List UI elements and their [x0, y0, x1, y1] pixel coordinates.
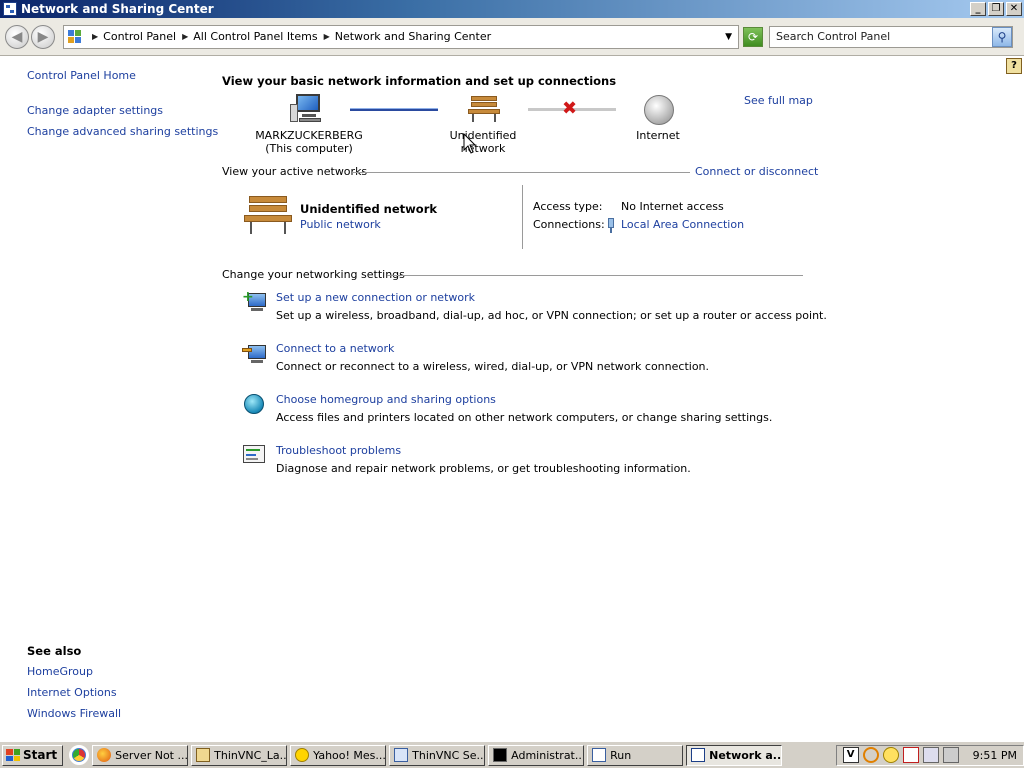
refresh-button[interactable]: ⟳ — [743, 26, 763, 47]
troubleshoot-link[interactable]: Troubleshoot problems — [276, 444, 401, 457]
new-connection-icon[interactable]: + — [242, 290, 266, 313]
access-type-label: Access type: — [533, 200, 603, 213]
network-app-icon — [3, 2, 17, 16]
taskbar-button-administrator[interactable]: Administrat... — [488, 744, 585, 766]
volume-icon[interactable] — [942, 747, 959, 763]
internet-options-link[interactable]: Internet Options — [27, 686, 117, 699]
networking-settings-label: Change your networking settings — [222, 268, 405, 281]
see-also-heading: See also — [27, 644, 82, 658]
control-panel-home-link[interactable]: Control Panel Home — [27, 69, 136, 82]
taskbar-button-yahoo[interactable]: Yahoo! Mes... — [290, 744, 387, 766]
taskbar: Start Server Not ... ThinVNC_La... Yahoo… — [0, 741, 1024, 768]
chrome-icon[interactable] — [69, 745, 90, 765]
troubleshoot-icon[interactable] — [242, 444, 266, 466]
clock[interactable]: 9:51 PM — [973, 749, 1017, 762]
breadcrumb-item[interactable]: ▶ Network and Sharing Center — [318, 30, 492, 43]
search-icon: ⚲ — [997, 29, 1007, 44]
network-type-link[interactable]: Public network — [300, 218, 381, 231]
ethernet-plug-icon — [606, 218, 616, 233]
run-icon — [592, 748, 607, 762]
vertical-divider — [522, 185, 523, 249]
map-internet-label[interactable]: Internet — [620, 129, 696, 142]
action-center-icon[interactable] — [902, 747, 919, 763]
chevron-right-icon[interactable]: ▶ — [92, 32, 98, 41]
search-input[interactable] — [770, 30, 990, 43]
windows-firewall-link[interactable]: Windows Firewall — [27, 707, 121, 720]
minimize-button[interactable]: _ — [970, 2, 986, 16]
network-tray-icon[interactable] — [922, 747, 939, 763]
mouse-cursor-icon — [463, 133, 477, 154]
forward-arrow-icon: ▶ — [37, 28, 49, 45]
taskbar-button-run[interactable]: Run — [587, 744, 684, 766]
internet-globe-icon — [644, 95, 674, 125]
connect-or-disconnect-link[interactable]: Connect or disconnect — [695, 165, 818, 178]
firefox-icon — [97, 748, 112, 762]
search-button[interactable]: ⚲ — [992, 26, 1012, 47]
forward-button[interactable]: ▶ — [31, 24, 55, 49]
homegroup-sharing-link[interactable]: Choose homegroup and sharing options — [276, 393, 496, 406]
homegroup-sharing-desc: Access files and printers located on oth… — [276, 411, 773, 424]
yahoo-smiley-icon — [295, 748, 310, 762]
active-networks-label: View your active networks — [222, 165, 368, 178]
section-divider — [352, 172, 690, 173]
setup-connection-link[interactable]: Set up a new connection or network — [276, 291, 475, 304]
window-titlebar[interactable]: Network and Sharing Center _ ❐ ✕ — [0, 0, 1024, 18]
vnc-tray-icon[interactable]: V — [842, 747, 859, 763]
windows-logo-icon — [6, 749, 20, 761]
back-button[interactable]: ◀ — [5, 24, 29, 49]
change-advanced-sharing-link[interactable]: Change advanced sharing settings — [27, 125, 218, 138]
section-divider — [387, 275, 803, 276]
window-title: Network and Sharing Center — [21, 2, 214, 16]
connect-to-network-desc: Connect or reconnect to a wireless, wire… — [276, 360, 710, 373]
page-heading: View your basic network information and … — [222, 74, 617, 88]
homegroup-link[interactable]: HomeGroup — [27, 665, 93, 678]
address-toolbar: ◀ ▶ ▶ Control Panel ▶ All Control Panel It… — [0, 18, 1024, 56]
map-network-label[interactable]: Unidentified network — [428, 129, 538, 155]
local-area-connection-link[interactable]: Local Area Connection — [621, 218, 744, 231]
restore-button[interactable]: ❐ — [988, 2, 1004, 16]
smiley-tray-icon[interactable] — [882, 747, 899, 763]
folder-icon — [196, 748, 211, 762]
no-connection-x-icon: ✖ — [562, 98, 578, 119]
taskbar-button-thinvnc-se[interactable]: ThinVNC Se... — [389, 744, 486, 766]
taskbar-button-network[interactable]: Network a... — [686, 744, 783, 766]
this-computer-label: MARKZUCKERBERG (This computer) — [255, 129, 363, 155]
command-prompt-icon — [493, 748, 508, 762]
change-adapter-settings-link[interactable]: Change adapter settings — [27, 104, 163, 117]
search-box[interactable]: ⚲ — [769, 25, 1013, 48]
start-button[interactable]: Start — [2, 744, 64, 766]
bench-network-icon — [468, 96, 500, 122]
control-panel-icon — [68, 29, 82, 44]
refresh-icon: ⟳ — [747, 29, 759, 44]
computer-icon — [290, 94, 324, 124]
help-icon[interactable]: ? — [1006, 58, 1022, 74]
close-button[interactable]: ✕ — [1006, 2, 1022, 16]
taskbar-button-server[interactable]: Server Not ... — [92, 744, 189, 766]
connection-line — [350, 108, 438, 111]
system-tray: V 9:51 PM — [835, 744, 1024, 766]
taskbar-button-thinvnc-la[interactable]: ThinVNC_La... — [191, 744, 288, 766]
breadcrumb-item[interactable]: ▶ All Control Panel Items — [176, 30, 318, 43]
chevron-right-icon[interactable]: ▶ — [324, 32, 330, 41]
breadcrumb[interactable]: ▶ Control Panel ▶ All Control Panel Items … — [63, 24, 739, 49]
back-arrow-icon: ◀ — [11, 28, 23, 45]
breadcrumb-item[interactable]: ▶ Control Panel — [90, 30, 176, 43]
chevron-down-icon[interactable]: ▼ — [725, 32, 732, 42]
chevron-right-icon[interactable]: ▶ — [182, 32, 188, 41]
search-tray-icon[interactable] — [862, 747, 879, 763]
access-type-value: No Internet access — [621, 200, 724, 213]
connect-to-network-link[interactable]: Connect to a network — [276, 342, 394, 355]
see-full-map-link[interactable]: See full map — [744, 94, 813, 107]
thinvnc-icon — [394, 748, 409, 762]
network-app-icon — [691, 748, 706, 762]
homegroup-icon[interactable] — [244, 394, 264, 414]
active-network-name: Unidentified network — [300, 202, 438, 216]
connections-label: Connections: — [533, 218, 605, 231]
bench-network-icon[interactable] — [244, 196, 292, 234]
setup-connection-desc: Set up a wireless, broadband, dial-up, a… — [276, 309, 827, 322]
connect-network-icon[interactable] — [242, 342, 266, 364]
troubleshoot-desc: Diagnose and repair network problems, or… — [276, 462, 691, 475]
